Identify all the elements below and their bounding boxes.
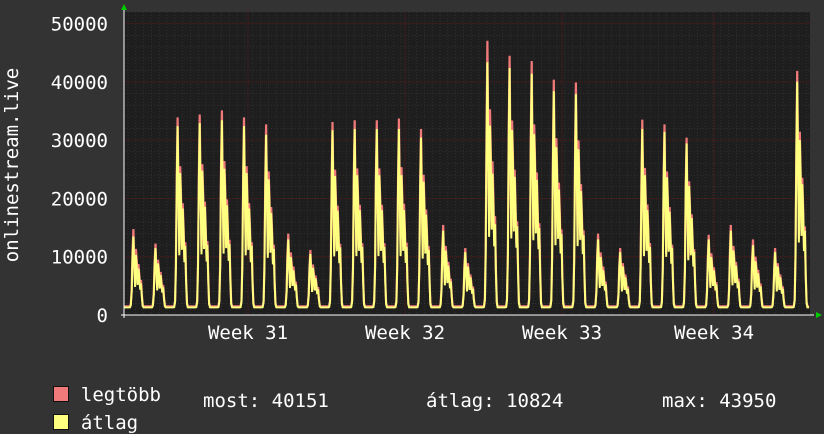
x-tick-label: Week 34 (674, 322, 754, 344)
y-tick-label: 30000 (51, 130, 108, 152)
y-axis-title: onlinestream.live (1, 68, 23, 262)
legend-swatch-atlag (52, 413, 69, 430)
legend-item-atlag: átlag (30, 390, 138, 434)
stat-max: max: 43950 (662, 390, 777, 412)
y-tick-label: 40000 (51, 72, 108, 94)
y-tick-label: 10000 (51, 247, 108, 269)
y-tick-label: 20000 (51, 188, 108, 210)
x-axis-arrow (816, 312, 822, 318)
x-tick-label: Week 31 (208, 322, 288, 344)
y-axis-arrow (121, 4, 127, 10)
x-tick-label: Week 32 (365, 322, 445, 344)
chart: 0 10000 20000 30000 40000 50000 Week 31 Week 32… (1, 4, 822, 344)
stat-atlag: átlag: 10824 (426, 390, 564, 412)
y-tick-label: 0 (97, 305, 108, 327)
stat-most: most: 40151 (203, 390, 329, 412)
legend-label-atlag: átlag (80, 412, 139, 434)
x-tick-label: Week 33 (522, 322, 602, 344)
y-tick-label: 50000 (51, 14, 108, 36)
